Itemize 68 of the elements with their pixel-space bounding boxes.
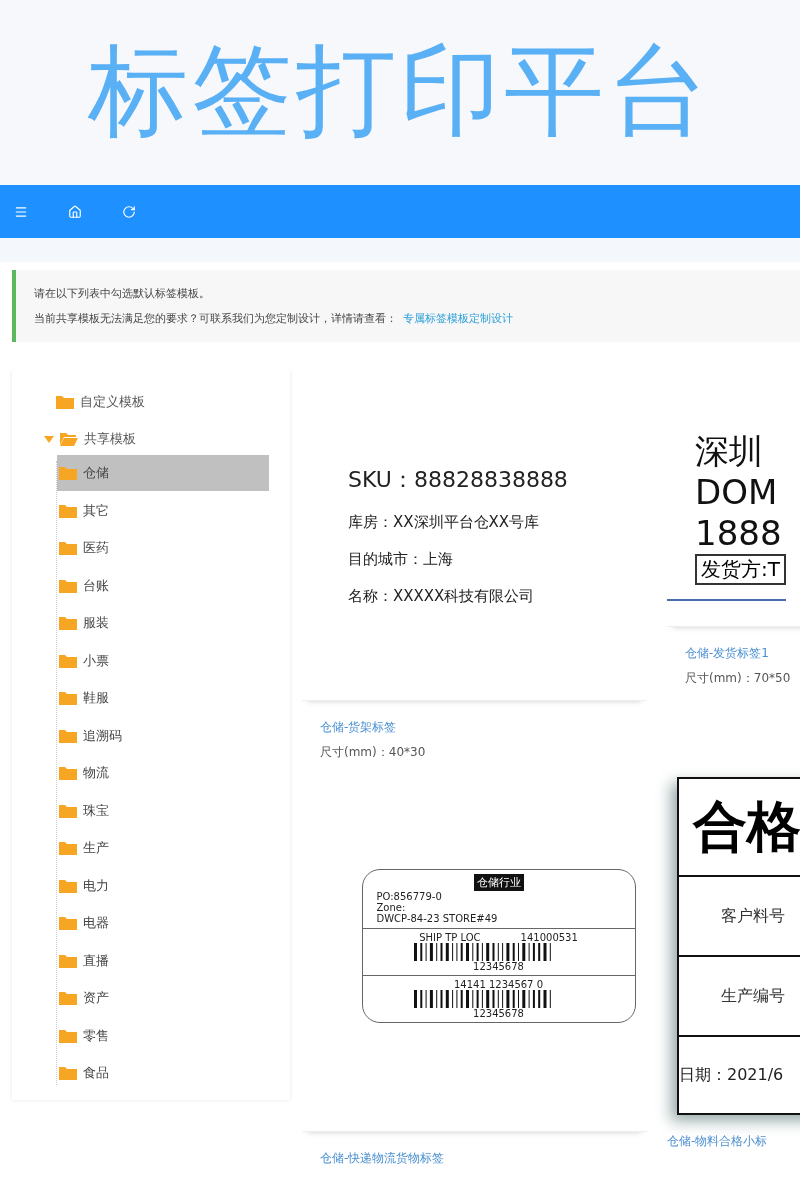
folder-icon — [59, 1066, 77, 1080]
folder-icon — [59, 841, 77, 855]
open-folder-icon — [60, 432, 78, 446]
folder-icon — [56, 395, 74, 409]
template-title[interactable]: 仓储-发货标签1 — [667, 645, 800, 662]
label-field: 深圳 — [695, 431, 786, 473]
label-field: Zone: — [376, 902, 621, 913]
tree-item[interactable]: 零售 — [57, 1017, 269, 1054]
label-field: SKU：88828838888 — [348, 464, 647, 495]
label-field: 日期：2021/6 — [679, 1037, 800, 1113]
folder-icon — [59, 766, 77, 780]
label-field: 库房：XX深圳平台仓XX号库 — [348, 512, 647, 532]
label-field: 名称：XXXXX科技有限公司 — [348, 586, 647, 606]
folder-icon — [59, 878, 77, 893]
folder-icon — [59, 466, 77, 480]
folder-icon — [59, 728, 77, 743]
tree-node[interactable]: 共享模板 — [44, 427, 290, 451]
folder-icon — [59, 616, 77, 630]
tree-item[interactable]: 电器 — [57, 905, 269, 941]
tree-node[interactable]: 自定义模板 — [56, 390, 290, 414]
label-field: 14141 1234567 0 — [453, 979, 544, 990]
template-title[interactable]: 仓储-快递物流货物标签 — [302, 1150, 647, 1167]
notice-text: 请在以下列表中勾选默认标签模板。 — [34, 286, 211, 301]
folder-icon — [59, 541, 77, 555]
tree-item[interactable]: 食品 — [57, 1055, 269, 1091]
label-field: SHIP TP LOC — [419, 932, 481, 943]
tree-item[interactable]: 直播 — [57, 942, 269, 979]
tree-item[interactable]: 生产 — [57, 830, 269, 866]
label-field: 发货方:T — [695, 553, 786, 585]
tree-item[interactable]: 医药 — [57, 530, 269, 566]
folder-icon — [59, 653, 77, 668]
template-title[interactable]: 仓储-物料合格小标 — [667, 1133, 800, 1150]
tree-item[interactable]: 珠宝 — [57, 792, 269, 829]
tree-item[interactable]: 鞋服 — [57, 680, 269, 716]
label-field: 生产编号 — [679, 957, 800, 1037]
tree-item[interactable]: 追溯码 — [57, 717, 269, 754]
tree-item[interactable]: 小票 — [57, 642, 269, 679]
label-header: 仓储行业 — [473, 874, 524, 891]
label-field: DWCP-84-23 STORE#49 — [376, 913, 621, 924]
template-size: 尺寸(mm)：40*30 — [319, 744, 427, 761]
folder-icon — [59, 991, 77, 1005]
label-field: 目的城市：上海 — [348, 549, 647, 569]
barcode-number: 12345678 — [473, 1008, 524, 1019]
folder-icon — [59, 953, 77, 968]
tree-item[interactable]: 物流 — [57, 755, 269, 791]
barcode-number: 12345678 — [473, 961, 524, 972]
label-field: PO:856779-0 — [376, 891, 621, 902]
folder-icon — [59, 503, 77, 518]
tree-item[interactable]: 资产 — [57, 980, 269, 1016]
tree-item[interactable]: 台账 — [57, 567, 269, 604]
template-size: 尺寸(mm)：70*50 — [684, 670, 792, 687]
tree-item[interactable]: 电力 — [57, 867, 269, 904]
folder-icon — [59, 916, 77, 930]
folder-icon — [59, 691, 77, 705]
notice-text: 当前共享模板无法满足您的要求？可联系我们为您定制设计，详情请查看： — [34, 312, 397, 325]
label-field: 1888 — [695, 512, 786, 554]
caret-icon — [44, 435, 54, 443]
label-field: DOM — [695, 472, 786, 513]
page-title: 标签打印平台 — [88, 31, 712, 151]
label-field: 客户料号 — [679, 877, 800, 957]
tree-item[interactable]: 仓储 — [57, 455, 269, 491]
folder-icon — [59, 578, 77, 593]
label-field: 141000531 — [520, 932, 578, 943]
template-title[interactable]: 仓储-货架标签 — [302, 719, 647, 736]
tree-item[interactable]: 其它 — [57, 492, 269, 529]
folder-icon — [59, 1028, 77, 1043]
tree-item[interactable]: 服装 — [57, 605, 269, 641]
folder-icon — [59, 803, 77, 818]
